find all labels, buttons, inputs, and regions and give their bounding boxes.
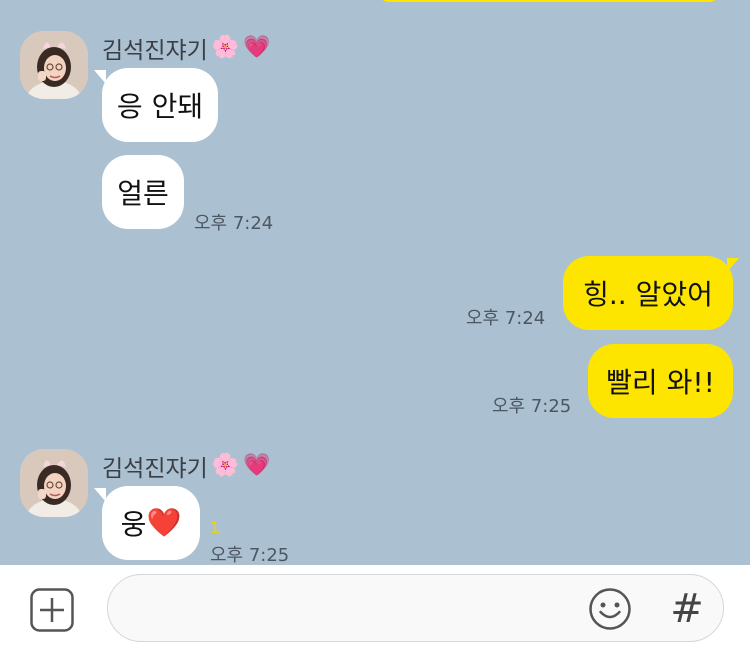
pink-heart-emoji: 💗 [243,453,271,478]
avatar[interactable] [20,31,88,99]
message-text: 힝.. 알았어 [583,278,713,311]
message-text: 응 안돼 [116,90,204,123]
message-input-bar: # [0,565,750,651]
bubble-tail [727,258,739,272]
message-time: 오후 7:25 [210,545,290,565]
chat-area[interactable]: 김석진쟈기 🌸 💗 응 안돼 얼른 오후 7:24 힝.. 알았어 오후 7:2… [0,0,750,565]
pink-heart-emoji: 💗 [243,35,271,60]
message-time: 오후 7:24 [466,308,546,329]
hashtag-button[interactable]: # [662,585,712,633]
sender-name-text: 김석진쟈기 [102,456,208,482]
plus-square-icon [30,588,74,632]
message-text: 얼른 [117,177,169,210]
cherry-blossom-emoji: 🌸 [211,35,240,60]
incoming-message-bubble[interactable]: 얼른 [102,155,184,229]
outgoing-message-bubble[interactable]: 힝.. 알았어 [563,256,733,330]
avatar[interactable] [20,449,88,517]
incoming-message-bubble[interactable]: 웅 ❤️ [102,486,200,560]
attach-button[interactable] [30,588,74,632]
sender-name: 김석진쟈기 🌸 💗 [102,449,271,483]
incoming-message-bubble[interactable]: 응 안돼 [102,68,218,142]
hash-icon: # [670,586,704,632]
sender-name-text: 김석진쟈기 [102,38,208,64]
smiley-icon [589,588,631,630]
sender-name: 김석진쟈기 🌸 💗 [102,31,271,65]
unread-count: 1 [210,518,221,537]
message-text: 빨리 와!! [606,366,715,399]
outgoing-message-bubble[interactable]: 빨리 와!! [588,344,733,418]
message-text: 웅 [120,508,147,541]
emoticon-button[interactable] [588,587,632,631]
cherry-blossom-emoji: 🌸 [211,453,240,478]
red-heart-emoji: ❤️ [146,506,182,539]
message-time: 오후 7:25 [492,396,572,417]
message-time: 오후 7:24 [194,213,274,234]
profile-photo-icon [20,31,88,99]
previous-outgoing-bubble [378,0,720,2]
profile-photo-icon [20,449,88,517]
